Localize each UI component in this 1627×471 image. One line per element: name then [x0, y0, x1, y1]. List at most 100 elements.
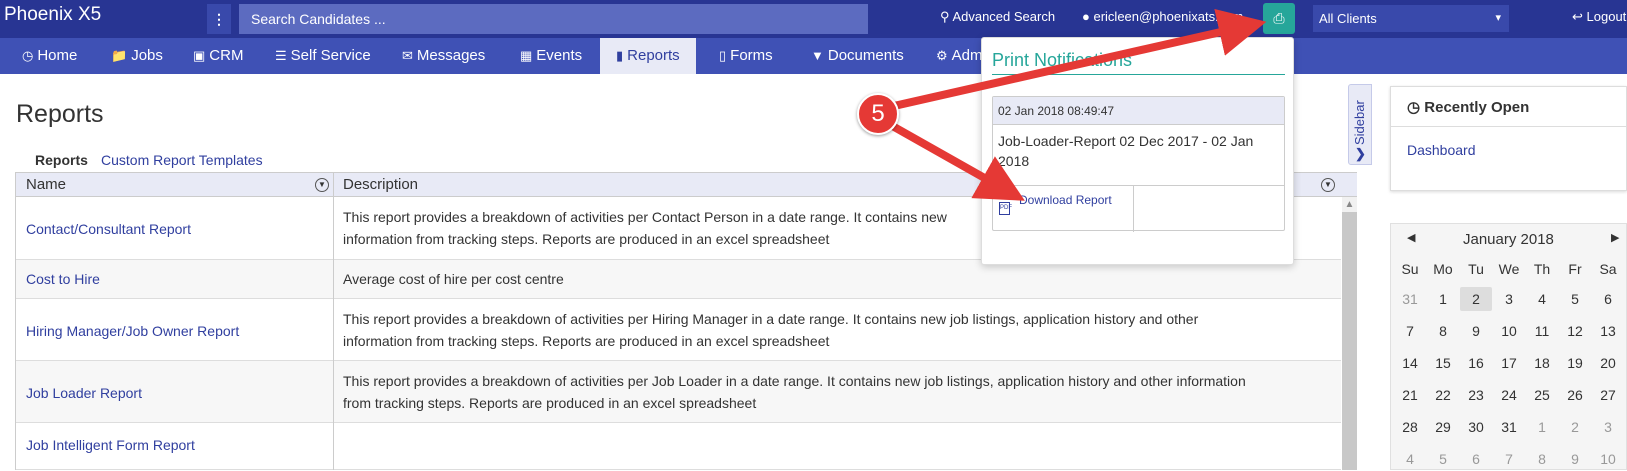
- nav-messages[interactable]: ✉ Messages: [402, 38, 485, 74]
- calendar-day[interactable]: 13: [1592, 319, 1624, 343]
- user-menu[interactable]: ● ericleen@phoenixats.com: [1082, 9, 1243, 24]
- print-notifications-button[interactable]: ⎙: [1263, 3, 1295, 34]
- table-row[interactable]: Job Loader Report This report provides a…: [16, 361, 1341, 423]
- column-header-description[interactable]: Description: [343, 176, 418, 193]
- calendar-day[interactable]: 23: [1460, 383, 1492, 407]
- calendar-day[interactable]: 26: [1559, 383, 1591, 407]
- calendar-day[interactable]: 15: [1427, 351, 1459, 375]
- report-name-link[interactable]: Contact/Consultant Report: [26, 221, 191, 237]
- next-month-icon[interactable]: ▶: [1611, 231, 1619, 244]
- prev-month-icon[interactable]: ◀: [1407, 231, 1415, 244]
- nav-crm[interactable]: ▣ CRM: [193, 38, 243, 74]
- search-input[interactable]: Search Candidates ...: [239, 4, 868, 34]
- calendar-day[interactable]: 7: [1394, 319, 1426, 343]
- recently-open-header: ◷ Recently Open: [1391, 87, 1626, 127]
- table-scrollbar[interactable]: ▲: [1342, 197, 1357, 470]
- nav-crm-label: CRM: [209, 47, 244, 64]
- calendar-day[interactable]: 21: [1394, 383, 1426, 407]
- calendar-day[interactable]: 11: [1526, 319, 1558, 343]
- nav-reports[interactable]: ▮ Reports: [600, 38, 696, 74]
- calendar-weekday: We: [1498, 261, 1520, 277]
- calendar-day[interactable]: 3: [1493, 287, 1525, 311]
- calendar-day[interactable]: 2: [1559, 415, 1591, 439]
- calendar-day[interactable]: 14: [1394, 351, 1426, 375]
- calendar-day[interactable]: 5: [1559, 287, 1591, 311]
- calendar-day[interactable]: 28: [1394, 415, 1426, 439]
- table-row[interactable]: Job Intelligent Form Report: [16, 423, 1341, 470]
- calendar-day[interactable]: 2: [1460, 287, 1492, 311]
- calendar-day[interactable]: 27: [1592, 383, 1624, 407]
- top-bar: Phoenix X5 ⋮ Search Candidates ... ⚲ Adv…: [0, 0, 1627, 38]
- calendar-day[interactable]: 1: [1526, 415, 1558, 439]
- calendar-day[interactable]: 8: [1526, 447, 1558, 471]
- popover-title-underline: [992, 74, 1285, 75]
- calendar-day[interactable]: 6: [1460, 447, 1492, 471]
- filter-icon[interactable]: ▼: [1321, 178, 1335, 192]
- logout-link[interactable]: ↩ Logout: [1572, 9, 1626, 25]
- brand-logo[interactable]: Phoenix X5: [4, 4, 101, 26]
- gear-icon: ⚙: [936, 48, 948, 63]
- calendar-day[interactable]: 18: [1526, 351, 1558, 375]
- recent-item-dashboard[interactable]: Dashboard: [1391, 127, 1626, 158]
- calendar-day[interactable]: 9: [1460, 319, 1492, 343]
- calendar-day[interactable]: 19: [1559, 351, 1591, 375]
- calendar-day[interactable]: 22: [1427, 383, 1459, 407]
- advanced-search-link[interactable]: ⚲ Advanced Search: [940, 9, 1055, 25]
- calendar-day[interactable]: 31: [1394, 287, 1426, 311]
- search-menu-button[interactable]: ⋮: [207, 4, 231, 34]
- column-header-name[interactable]: Name: [26, 176, 66, 193]
- description-line: Average cost of hire per cost centre: [343, 271, 564, 287]
- nav-home[interactable]: ◷ Home: [22, 38, 77, 74]
- description-line: from tracking steps. Reports are produce…: [343, 395, 757, 411]
- report-name-link[interactable]: Cost to Hire: [26, 271, 100, 287]
- calendar-day[interactable]: 29: [1427, 415, 1459, 439]
- nav-self-service[interactable]: ☰ Self Service: [275, 38, 371, 74]
- main-nav: ◷ Home 📁 Jobs ▣ CRM ☰ Self Service ✉ Messages…: [0, 38, 1627, 74]
- calendar-day[interactable]: 25: [1526, 383, 1558, 407]
- tab-reports[interactable]: Reports: [35, 152, 88, 168]
- calendar-day[interactable]: 20: [1592, 351, 1624, 375]
- tab-custom-report-templates[interactable]: Custom Report Templates: [101, 152, 263, 168]
- nav-jobs[interactable]: 📁 Jobs: [111, 38, 163, 74]
- table-row[interactable]: Hiring Manager/Job Owner Report This rep…: [16, 299, 1341, 361]
- search-icon: ⚲: [940, 9, 950, 24]
- calendar-day[interactable]: 7: [1493, 447, 1525, 471]
- report-name-link[interactable]: Hiring Manager/Job Owner Report: [26, 323, 239, 339]
- calendar-day[interactable]: 16: [1460, 351, 1492, 375]
- calendar-day[interactable]: 30: [1460, 415, 1492, 439]
- sidebar-toggle-tab[interactable]: Sidebar ❯: [1348, 84, 1372, 165]
- table-row[interactable]: Cost to Hire Average cost of hire per co…: [16, 260, 1341, 299]
- nav-documents[interactable]: ▼ Documents: [811, 38, 904, 74]
- calendar-day[interactable]: 4: [1526, 287, 1558, 311]
- calendar-day[interactable]: 9: [1559, 447, 1591, 471]
- calendar-day[interactable]: 31: [1493, 415, 1525, 439]
- report-name-link[interactable]: Job Loader Report: [26, 385, 142, 401]
- nav-admin[interactable]: ⚙ Adm: [936, 38, 983, 74]
- calendar-day[interactable]: 24: [1493, 383, 1525, 407]
- nav-forms[interactable]: ▯ Forms: [719, 38, 773, 74]
- report-description: This report provides a breakdown of acti…: [343, 308, 1328, 352]
- notification-card: 02 Jan 2018 08:49:47 Job-Loader-Report 0…: [992, 96, 1285, 232]
- filter-icon[interactable]: ▼: [315, 178, 329, 192]
- calendar-day[interactable]: 3: [1592, 415, 1624, 439]
- clients-select[interactable]: All Clients ▾: [1313, 5, 1509, 32]
- nav-events[interactable]: ▦ Events: [520, 38, 582, 74]
- scroll-up-arrow-icon[interactable]: ▲: [1342, 197, 1357, 212]
- calendar-day[interactable]: 10: [1493, 319, 1525, 343]
- calendar-day[interactable]: 1: [1427, 287, 1459, 311]
- calendar-day[interactable]: 4: [1394, 447, 1426, 471]
- nav-events-label: Events: [536, 47, 583, 64]
- chevron-down-icon: ▾: [1495, 12, 1501, 24]
- calendar-day[interactable]: 8: [1427, 319, 1459, 343]
- calendar-day[interactable]: 12: [1559, 319, 1591, 343]
- calendar-weekday: Sa: [1599, 261, 1617, 277]
- calendar-day[interactable]: 6: [1592, 287, 1624, 311]
- print-notifications-popover: Print Notifications 02 Jan 2018 08:49:47…: [981, 37, 1294, 265]
- nav-self-service-label: Self Service: [290, 47, 371, 64]
- calendar-day[interactable]: 17: [1493, 351, 1525, 375]
- calendar-day[interactable]: 5: [1427, 447, 1459, 471]
- report-name-link[interactable]: Job Intelligent Form Report: [26, 437, 195, 453]
- notification-timestamp: 02 Jan 2018 08:49:47: [993, 97, 1284, 125]
- calendar-day[interactable]: 10: [1592, 447, 1624, 471]
- nav-documents-label: Documents: [827, 47, 904, 64]
